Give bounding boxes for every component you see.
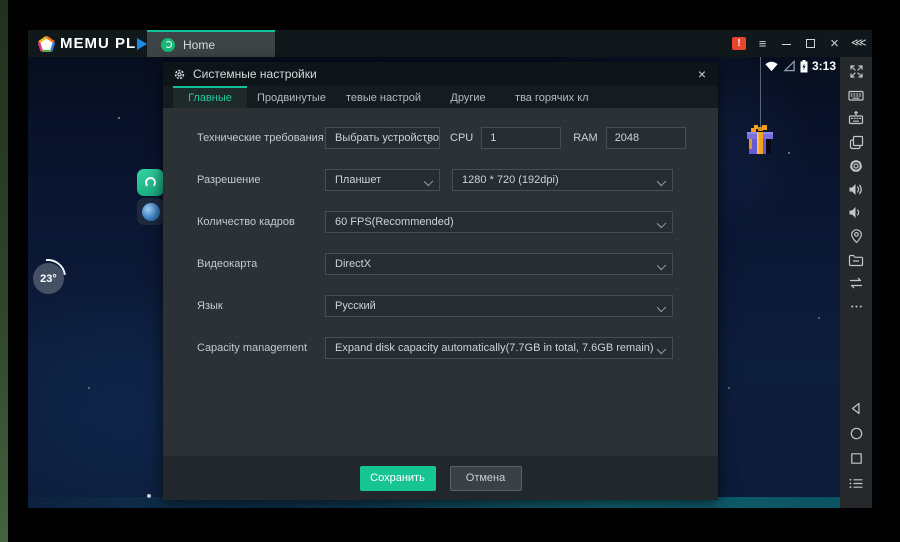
device-preset-select[interactable]: Планшет <box>325 169 440 191</box>
settings-gear-icon[interactable] <box>848 157 865 174</box>
close-icon[interactable]: × <box>827 36 842 51</box>
language-label: Язык <box>197 300 325 312</box>
play-triangle-icon <box>137 38 147 50</box>
home-circle-icon[interactable] <box>848 425 865 442</box>
row-resolution: Разрешение Планшет 1280 * 720 (192dpi) <box>197 168 718 192</box>
ram-label: RAM <box>573 132 597 144</box>
ram-input[interactable] <box>606 127 686 149</box>
tab-home[interactable]: Home <box>147 30 275 57</box>
weather-arc <box>28 252 73 303</box>
memu-logo: MEMU PL Y <box>38 35 159 52</box>
graphics-select[interactable]: DirectX <box>325 253 673 275</box>
tab-advanced[interactable]: Продвинутые <box>247 86 336 108</box>
multi-window-icon[interactable] <box>848 134 865 151</box>
rotate-icon[interactable] <box>848 275 865 292</box>
titlebar: MEMU PL Y Home ! ≡ × ⋘ <box>28 30 872 57</box>
dialog-header: Системные настройки × <box>163 62 718 86</box>
logo-text: MEMU PL Y <box>60 35 159 52</box>
location-icon[interactable] <box>848 228 865 245</box>
dialog-gear-icon <box>173 68 186 81</box>
chevron-down-icon <box>424 177 433 186</box>
wifi-icon <box>764 60 779 72</box>
notification-badge[interactable]: ! <box>732 37 746 50</box>
recents-icon[interactable] <box>848 450 865 467</box>
task-menu-icon[interactable] <box>848 475 865 492</box>
volume-up-icon[interactable] <box>848 181 865 198</box>
chevron-down-icon <box>657 345 666 354</box>
cancel-button[interactable]: Отмена <box>450 466 522 491</box>
performance-label: Технические требования <box>197 132 325 144</box>
window-controls: ! ≡ × ⋘ <box>732 30 866 57</box>
chevron-down-icon <box>657 303 666 312</box>
dialog-tabs: Главные Продвинутые тевые настрой Другие… <box>163 86 718 108</box>
gift-string <box>760 57 761 127</box>
resolution-label: Разрешение <box>197 174 325 186</box>
row-capacity: Capacity management Expand disk capacity… <box>197 336 718 360</box>
collapse-sidebar-icon[interactable]: ⋘ <box>851 38 866 49</box>
weather-widget[interactable]: 23° <box>33 263 64 294</box>
dialog-close-icon[interactable]: × <box>696 67 708 81</box>
chevron-down-icon <box>657 261 666 270</box>
row-fps: Количество кадров 60 FPS(Recommended) <box>197 210 718 234</box>
memu-pentagon-icon <box>38 36 55 52</box>
clock: 3:13 <box>812 59 836 73</box>
android-status-bar: 3:13 <box>764 59 836 73</box>
language-select[interactable]: Русский <box>325 295 673 317</box>
gift-box-icon[interactable] <box>744 123 776 159</box>
keyboard-icon[interactable] <box>848 87 865 104</box>
dialog-title: Системные настройки <box>193 67 317 81</box>
row-performance: Технические требования Выбрать устройств… <box>197 126 718 150</box>
key-mapping-icon[interactable] <box>848 110 865 127</box>
fps-label: Количество кадров <box>197 216 325 228</box>
starfield <box>28 57 30 59</box>
tab-other[interactable]: Другие <box>431 86 505 108</box>
minimize-icon[interactable] <box>779 37 794 50</box>
cpu-input[interactable] <box>481 127 561 149</box>
menu-icon[interactable]: ≡ <box>755 37 770 50</box>
capacity-select[interactable]: Expand disk capacity automatically(7.7GB… <box>325 337 673 359</box>
app-icon-google-play[interactable] <box>137 169 164 196</box>
shared-folder-icon[interactable] <box>848 251 865 268</box>
maximize-icon[interactable] <box>803 37 818 50</box>
tab-game-settings[interactable]: тевые настрой <box>336 86 431 108</box>
tab-main[interactable]: Главные <box>173 86 247 108</box>
resolution-select[interactable]: 1280 * 720 (192dpi) <box>452 169 673 191</box>
row-graphics: Видеокарта DirectX <box>197 252 718 276</box>
home-tab-icon <box>161 38 175 52</box>
desktop-edge-strip <box>0 0 8 542</box>
save-button[interactable]: Сохранить <box>360 466 436 491</box>
graphics-label: Видеокарта <box>197 258 325 270</box>
chevron-down-icon <box>657 219 666 228</box>
android-nav-buttons <box>848 400 865 500</box>
cpu-label: CPU <box>450 132 473 144</box>
dialog-footer: Сохранить Отмена <box>163 456 718 500</box>
volume-down-icon[interactable] <box>848 204 865 221</box>
system-settings-dialog: Системные настройки × Главные Продвинуты… <box>163 62 718 500</box>
row-language: Язык Русский <box>197 294 718 318</box>
fullscreen-icon[interactable] <box>848 63 865 80</box>
back-icon[interactable] <box>848 400 865 417</box>
chevron-down-icon <box>657 177 666 186</box>
tab-hotkeys[interactable]: тва горячих кл <box>505 86 599 108</box>
fps-select[interactable]: 60 FPS(Recommended) <box>325 211 673 233</box>
device-select[interactable]: Выбрать устройство <box>325 127 440 149</box>
toolbar-sidebar <box>840 57 872 508</box>
more-icon[interactable] <box>848 298 865 315</box>
capacity-label: Capacity management <box>197 342 325 354</box>
battery-icon <box>800 60 808 73</box>
signal-icon <box>783 60 796 72</box>
app-icon-browser[interactable] <box>137 198 164 225</box>
memu-player-window: MEMU PL Y Home ! ≡ × ⋘ <box>0 0 900 542</box>
dialog-body: Технические требования Выбрать устройств… <box>163 108 718 456</box>
desktop-app-icons <box>137 169 164 225</box>
